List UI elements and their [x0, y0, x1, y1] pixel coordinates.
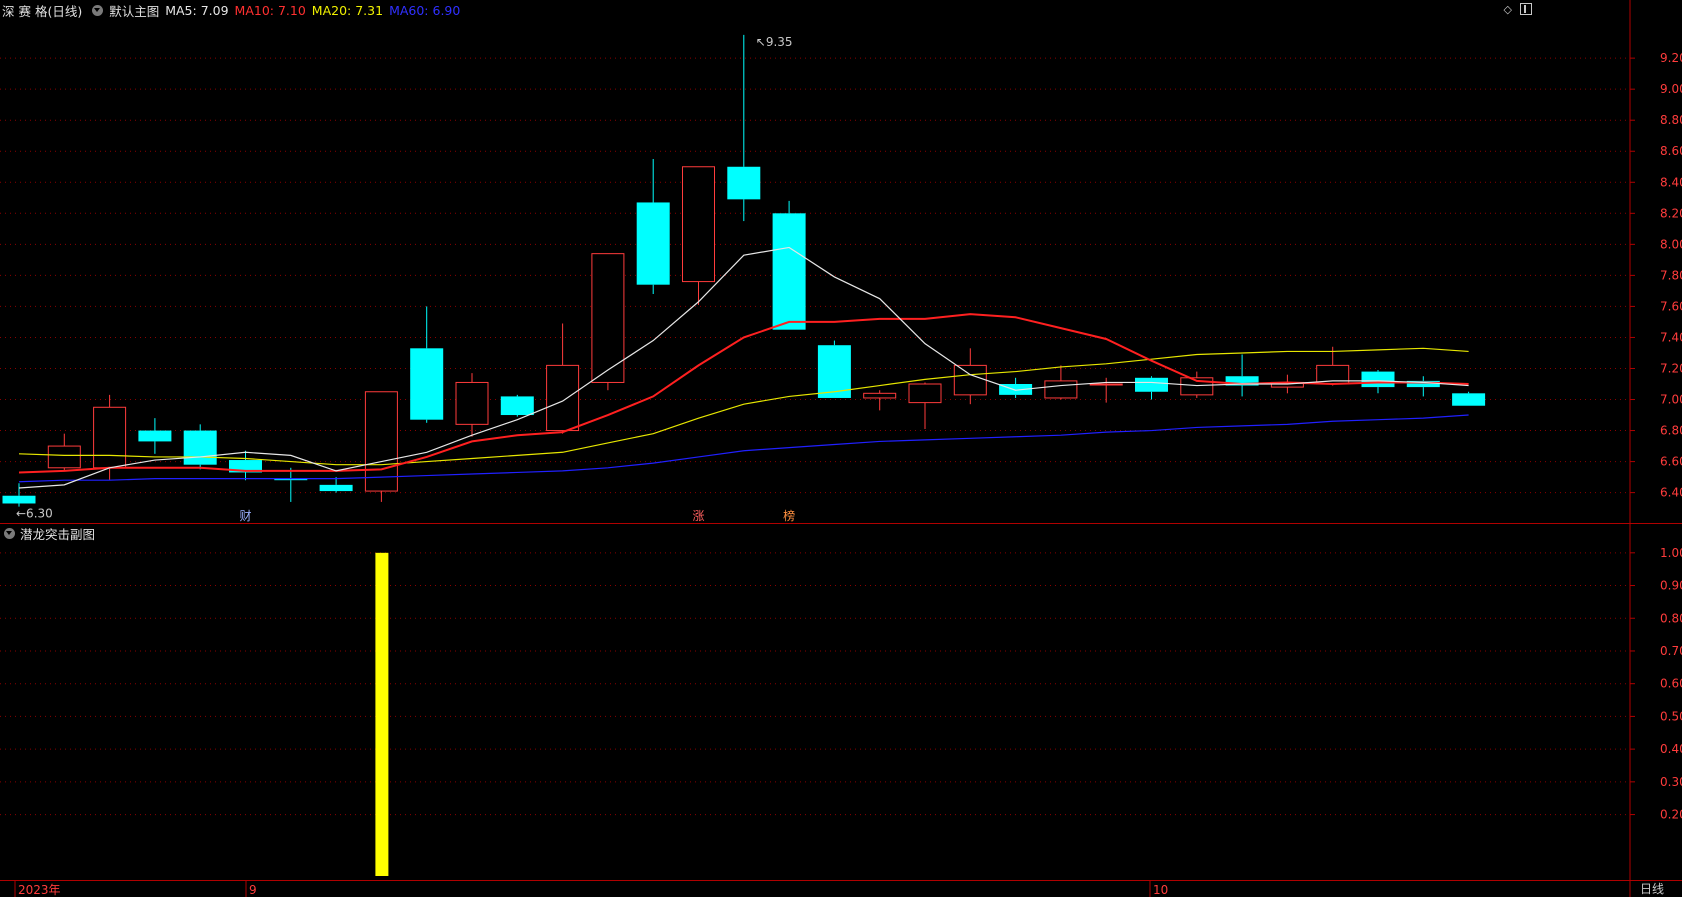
y-tick-label: 0.80	[1660, 611, 1682, 625]
y-tick-label: 0.60	[1660, 677, 1682, 691]
y-tick-label: 8.20	[1660, 206, 1682, 220]
candle-body[interactable]	[772, 213, 806, 330]
y-tick-label: 9.00	[1660, 82, 1682, 96]
chevron-down-icon[interactable]	[92, 4, 104, 16]
y-tick-label: 7.80	[1660, 268, 1682, 282]
price-annotation: ↖9.35	[756, 35, 793, 49]
main-chart-label[interactable]: 默认主图	[109, 1, 159, 20]
ma20-line	[18, 347, 1469, 466]
candle-body[interactable]	[908, 383, 942, 404]
candle-body[interactable]	[863, 392, 897, 399]
y-tick-label: 7.20	[1660, 361, 1682, 375]
subchart-title[interactable]: 潜龙突击副图	[20, 524, 95, 543]
main-chart-header: 深 赛 格(日线) 默认主图 MA5: 7.09 MA10: 7.10 MA20: …	[0, 0, 472, 20]
candle-body[interactable]	[93, 406, 127, 469]
month-label: 10	[1153, 883, 1168, 897]
candle-body[interactable]	[953, 364, 987, 396]
candle-body[interactable]	[455, 381, 489, 425]
y-tick-label: 8.00	[1660, 237, 1682, 251]
period-label[interactable]: 日线	[1640, 880, 1664, 897]
y-tick-label: 7.00	[1660, 393, 1682, 407]
y-tick-label: 7.40	[1660, 330, 1682, 344]
candle-body[interactable]	[47, 445, 81, 469]
y-tick-label: 7.60	[1660, 299, 1682, 313]
y-tick-label: 6.80	[1660, 424, 1682, 438]
ma10-line	[18, 313, 1469, 474]
y-tick-label: 0.20	[1660, 808, 1682, 822]
candle-body[interactable]	[319, 484, 353, 492]
ma5-line	[18, 246, 1469, 489]
diamond-icon[interactable]: ◇	[1504, 3, 1512, 16]
y-tick-label: 0.70	[1660, 644, 1682, 658]
candle-body[interactable]	[546, 364, 580, 432]
candle-body[interactable]	[2, 495, 36, 504]
chevron-down-icon[interactable]	[4, 527, 15, 539]
candle-body[interactable]	[636, 202, 670, 285]
subchart-header: 潜龙突击副图	[0, 523, 95, 543]
kline-chart[interactable]: 9.20 9.00 8.80 8.60 8.40 8.20 8.00 7.80 7.60 7.40…	[0, 0, 1682, 897]
candle-body[interactable]	[1452, 393, 1486, 406]
y-tick-label: 6.60	[1660, 455, 1682, 469]
y-tick-label: 8.40	[1660, 175, 1682, 189]
ma-legend-item: MA20: 7.31	[311, 2, 384, 18]
y-tick-label: 8.60	[1660, 144, 1682, 158]
year-label: 2023年	[18, 883, 61, 897]
y-tick-label: 0.30	[1660, 775, 1682, 789]
candle-body[interactable]	[682, 166, 715, 283]
event-marker[interactable]: 涨	[693, 508, 705, 523]
chart-stage[interactable]: 9.20 9.00 8.80 8.60 8.40 8.20 8.00 7.80 7.60 7.40…	[0, 0, 1682, 897]
candle-body[interactable]	[410, 348, 444, 420]
ma-legend-item: MA60: 6.90	[389, 2, 461, 18]
ma-legend-item: MA10: 7.10	[234, 2, 306, 18]
y-tick-label: 0.40	[1660, 742, 1682, 756]
ma-legend-item: MA5: 7.09	[165, 2, 229, 18]
y-tick-label: 0.50	[1660, 709, 1682, 723]
ma-legend: MA5: 7.09 MA10: 7.10 MA20: 7.31 MA60: 6.90	[165, 3, 466, 18]
candle-body[interactable]	[183, 430, 217, 465]
y-tick-label: 8.80	[1660, 113, 1682, 127]
y-tick-label: 1.00	[1660, 546, 1682, 560]
candle-body[interactable]	[1044, 380, 1078, 399]
y-tick-label: 0.90	[1660, 579, 1682, 593]
event-marker[interactable]: 财	[240, 509, 252, 523]
candle-body[interactable]	[1135, 377, 1168, 392]
candle-body[interactable]	[1089, 383, 1123, 386]
candle-body[interactable]	[727, 166, 761, 200]
candle-body[interactable]	[1361, 371, 1395, 388]
toolbar-icons: ◇	[1504, 3, 1532, 16]
price-annotation: ←6.30	[16, 507, 53, 521]
month-label: 9	[249, 883, 257, 897]
candle-body[interactable]	[138, 430, 172, 442]
panel-toggle-icon[interactable]	[1520, 3, 1532, 15]
signal-bar[interactable]	[375, 552, 389, 876]
candle-body[interactable]	[500, 396, 534, 416]
stock-name[interactable]: 深 赛 格(日线)	[2, 1, 82, 20]
event-marker[interactable]: 榜	[783, 508, 795, 523]
y-tick-label: 9.20	[1660, 51, 1682, 65]
y-tick-label: 6.40	[1660, 486, 1682, 500]
